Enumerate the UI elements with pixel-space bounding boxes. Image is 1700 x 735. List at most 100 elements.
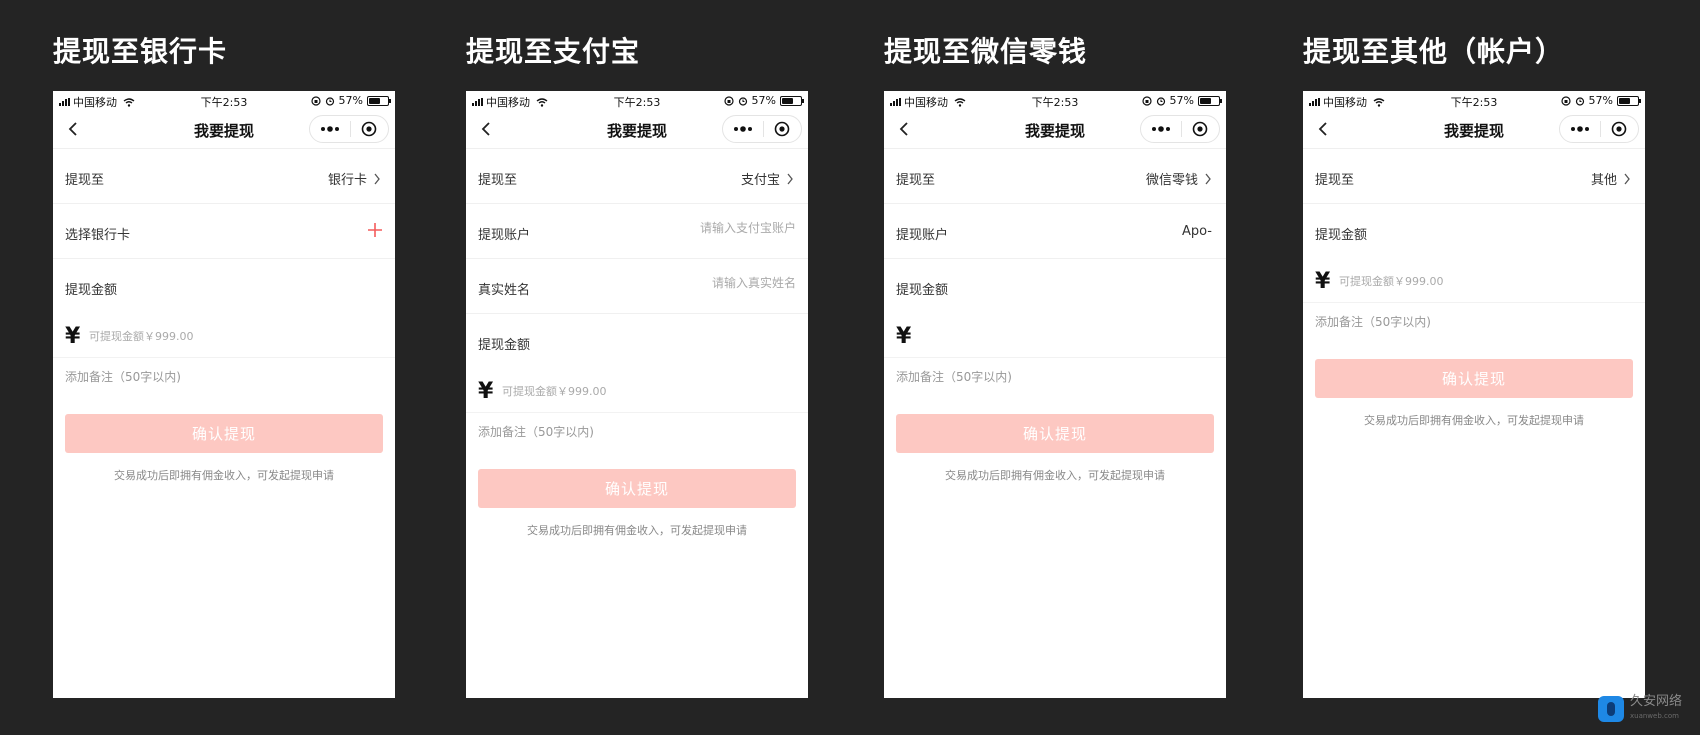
currency-symbol: ¥ — [478, 379, 494, 404]
screen-title: 提现至银行卡 — [53, 35, 228, 68]
amount-row: ¥ — [53, 314, 395, 358]
real-name-row: 真实姓名 — [466, 259, 808, 314]
account-input[interactable] — [646, 221, 796, 235]
phone-screen: 中国移动 下午2:53 57% 我要提现 — [1303, 91, 1645, 698]
alarm-icon — [1575, 96, 1584, 106]
nav-bar: 我要提现 — [466, 109, 808, 149]
method-value: 微信零钱 — [1145, 173, 1198, 188]
confirm-withdraw-button[interactable]: 确认提现 — [896, 414, 1214, 453]
real-name-input[interactable] — [646, 276, 796, 290]
lock-rotation-icon — [1141, 95, 1152, 106]
row-label: 选择银行卡 — [65, 228, 131, 243]
battery-icon — [1617, 95, 1641, 106]
row-label: 提现至 — [478, 173, 518, 188]
row-label: 提现至 — [1315, 173, 1355, 188]
account-row: 提现账户 — [466, 204, 808, 259]
note-input[interactable] — [478, 421, 778, 443]
alarm-icon — [325, 96, 334, 106]
battery-icon — [367, 95, 391, 106]
alarm-icon — [738, 96, 747, 106]
currency-symbol: ¥ — [896, 324, 912, 349]
status-bar: 中国移动 下午2:53 57% — [466, 91, 808, 109]
miniprogram-capsule — [309, 115, 389, 143]
miniprogram-capsule — [1140, 115, 1220, 143]
row-label: 提现至 — [65, 173, 105, 188]
amount-label-row: 提现金额 — [884, 259, 1226, 314]
tip-text: 交易成功后即拥有佣金收入，可发起提现申请 — [945, 469, 1165, 482]
status-bar: 中国移动 下午2:53 57% — [884, 91, 1226, 109]
battery-percent: 57% — [338, 94, 363, 107]
phone-screen: 中国移动 下午2:53 57% 我要提现 — [53, 91, 395, 698]
tip-text: 交易成功后即拥有佣金收入，可发起提现申请 — [1364, 414, 1584, 427]
phone-screen: 中国移动 下午2:53 57% 我要提现 — [884, 91, 1226, 698]
note-input[interactable] — [896, 366, 1196, 388]
close-target-icon[interactable] — [763, 116, 801, 142]
close-target-icon[interactable] — [350, 116, 388, 142]
row-label: 提现金额 — [65, 283, 118, 298]
chevron-right-icon — [787, 173, 793, 184]
currency-symbol: ¥ — [1315, 269, 1331, 294]
screen-title: 提现至微信零钱 — [884, 35, 1088, 68]
battery-icon — [1198, 95, 1222, 106]
amount-input[interactable] — [920, 330, 1200, 343]
design-board: 提现至银行卡 中国移动 下午2:53 57% 我要提现 提现至 银行卡 选择银行… — [0, 0, 1700, 735]
nav-bar: 我要提现 — [1303, 109, 1645, 149]
withdraw-to-row[interactable]: 提现至 其他 — [1303, 149, 1645, 204]
method-value: 银行卡 — [327, 173, 367, 188]
withdraw-to-row[interactable]: 提现至 银行卡 — [53, 149, 395, 204]
alarm-icon — [1156, 96, 1165, 106]
withdraw-to-row[interactable]: 提现至 微信零钱 — [884, 149, 1226, 204]
currency-symbol: ¥ — [65, 324, 81, 349]
screen-title: 提现至支付宝 — [466, 35, 641, 68]
amount-input[interactable] — [502, 385, 782, 398]
chevron-right-icon — [374, 173, 380, 184]
method-value: 其他 — [1590, 173, 1617, 188]
amount-label-row: 提现金额 — [466, 314, 808, 369]
amount-label-row: 提现金额 — [53, 259, 395, 314]
lock-rotation-icon — [723, 95, 734, 106]
more-icon[interactable] — [310, 116, 350, 142]
watermark-sub: xuanweb.com — [1629, 712, 1679, 720]
chevron-right-icon — [1624, 173, 1630, 184]
chevron-right-icon — [1205, 173, 1211, 184]
confirm-withdraw-button[interactable]: 确认提现 — [1315, 359, 1633, 398]
nav-bar: 我要提现 — [884, 109, 1226, 149]
amount-label-row: 提现金额 — [1303, 204, 1645, 259]
tip-text: 交易成功后即拥有佣金收入，可发起提现申请 — [114, 469, 334, 482]
method-value: 支付宝 — [740, 173, 780, 188]
note-input[interactable] — [65, 366, 365, 388]
plus-icon[interactable] — [367, 222, 383, 238]
account-row[interactable]: 提现账户 Apo- — [884, 204, 1226, 259]
close-target-icon[interactable] — [1600, 116, 1638, 142]
nav-bar: 我要提现 — [53, 109, 395, 149]
miniprogram-capsule — [722, 115, 802, 143]
row-label: 真实姓名 — [478, 283, 531, 298]
amount-row: ¥ — [884, 314, 1226, 358]
battery-percent: 57% — [1169, 94, 1194, 107]
battery-percent: 57% — [1588, 94, 1613, 107]
lock-rotation-icon — [1560, 95, 1571, 106]
phone-screen: 中国移动 下午2:53 57% 我要提现 — [466, 91, 808, 698]
watermark: 久安网络 xuanweb.com — [1597, 695, 1682, 723]
row-label: 提现金额 — [478, 338, 531, 353]
amount-input[interactable] — [1339, 275, 1619, 288]
select-bank-card-row[interactable]: 选择银行卡 — [53, 204, 395, 259]
row-label: 提现金额 — [1315, 228, 1368, 243]
amount-row: ¥ — [1303, 259, 1645, 303]
confirm-withdraw-button[interactable]: 确认提现 — [478, 469, 796, 508]
watermark-logo-icon — [1597, 696, 1624, 722]
row-label: 提现金额 — [896, 283, 949, 298]
more-icon[interactable] — [1141, 116, 1181, 142]
row-label: 提现至 — [896, 173, 936, 188]
withdraw-to-row[interactable]: 提现至 支付宝 — [466, 149, 808, 204]
row-label: 提现账户 — [896, 228, 949, 243]
confirm-withdraw-button[interactable]: 确认提现 — [65, 414, 383, 453]
battery-icon — [780, 95, 804, 106]
more-icon[interactable] — [1560, 116, 1600, 142]
note-input[interactable] — [1315, 311, 1615, 333]
amount-input[interactable] — [89, 330, 369, 343]
screen-title: 提现至其他（帐户） — [1303, 35, 1565, 68]
tip-text: 交易成功后即拥有佣金收入，可发起提现申请 — [527, 524, 747, 537]
more-icon[interactable] — [723, 116, 763, 142]
close-target-icon[interactable] — [1181, 116, 1219, 142]
